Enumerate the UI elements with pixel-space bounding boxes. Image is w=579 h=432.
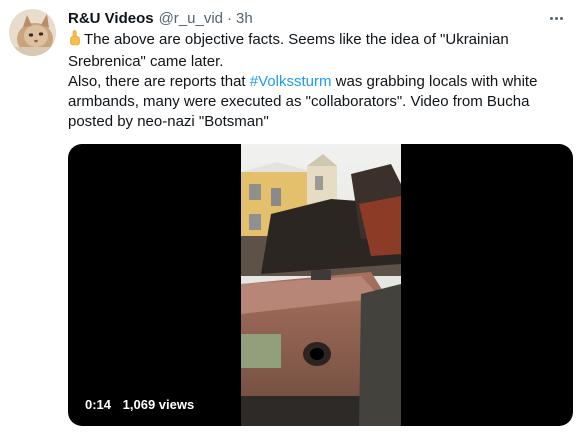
video-views: 1,069 views (122, 397, 195, 412)
hashtag-link[interactable]: #Volkssturm (250, 73, 332, 90)
tweet-content: R&U Videos @r_u_vid · 3h The above are o… (68, 8, 573, 132)
cat-avatar-image (9, 9, 56, 56)
avatar[interactable] (9, 9, 56, 56)
video-player[interactable]: 0:14 1,069 views (68, 144, 573, 426)
tweet[interactable]: R&U Videos @r_u_vid · 3h The above are o… (0, 0, 579, 432)
video-thumbnail (241, 144, 401, 426)
display-name[interactable]: R&U Videos (68, 10, 154, 27)
timestamp[interactable]: 3h (236, 10, 253, 27)
tweet-header: R&U Videos @r_u_vid · 3h (68, 8, 573, 28)
separator-dot: · (227, 9, 233, 27)
more-horizontal-icon[interactable] (545, 9, 567, 27)
tweet-text-line-3b: was grabbing locals with white (335, 73, 538, 90)
video-duration: 0:14 (85, 397, 112, 412)
user-handle[interactable]: @r_u_vid (159, 10, 223, 27)
tweet-text-line-1: The above are objective facts. Seems lik… (84, 31, 509, 48)
tweet-text-line-2: Srebrenica" came later. (68, 53, 224, 70)
tweet-text-line-5: posted by neo-nazi "Botsman" (68, 113, 269, 130)
pointing-up-emoji-icon (68, 30, 84, 52)
tweet-text: The above are objective facts. Seems lik… (68, 30, 573, 132)
video-meta: 0:14 1,069 views (85, 397, 194, 412)
tweet-text-line-4: armbands, many were executed as "collabo… (68, 93, 530, 110)
tweet-text-line-3a: Also, there are reports that (68, 73, 246, 90)
